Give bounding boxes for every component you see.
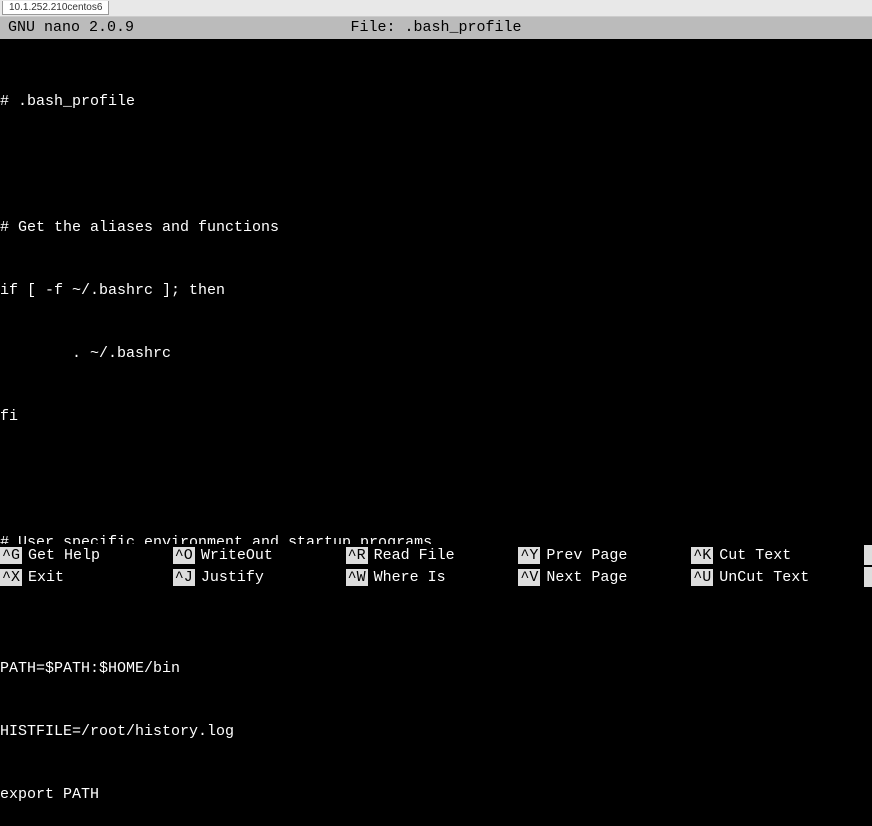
help-continuation bbox=[864, 545, 872, 565]
editor-line: PATH=$PATH:$HOME/bin bbox=[0, 658, 872, 679]
editor-line: # Get the aliases and functions bbox=[0, 217, 872, 238]
key-shortcut: ^J bbox=[173, 569, 195, 586]
app-version: GNU nano 2.0.9 bbox=[8, 17, 134, 39]
key-shortcut: ^Y bbox=[518, 547, 540, 564]
help-writeout[interactable]: ^O WriteOut bbox=[173, 547, 346, 564]
nano-title-bar: GNU nano 2.0.9 File: .bash_profile bbox=[0, 17, 872, 39]
tab-label: 10.1.252.210centos6 bbox=[9, 2, 102, 13]
help-next-page[interactable]: ^V Next Page bbox=[518, 569, 691, 586]
help-prev-page[interactable]: ^Y Prev Page bbox=[518, 547, 691, 564]
help-cut-text[interactable]: ^K Cut Text bbox=[691, 547, 864, 564]
key-shortcut: ^G bbox=[0, 547, 22, 564]
editor-line: HISTFILE=/root/history.log bbox=[0, 721, 872, 742]
key-shortcut: ^V bbox=[518, 569, 540, 586]
key-shortcut: ^X bbox=[0, 569, 22, 586]
editor-line: fi bbox=[0, 406, 872, 427]
key-description: Read File bbox=[374, 547, 455, 564]
editor-line bbox=[0, 469, 872, 490]
help-read-file[interactable]: ^R Read File bbox=[346, 547, 519, 564]
key-description: Justify bbox=[201, 569, 264, 586]
editor-line: # .bash_profile bbox=[0, 91, 872, 112]
key-description: Exit bbox=[28, 569, 64, 586]
editor-line bbox=[0, 595, 872, 616]
key-description: UnCut Text bbox=[719, 569, 809, 586]
key-shortcut: ^U bbox=[691, 569, 713, 586]
file-name-label: File: .bash_profile bbox=[350, 17, 521, 39]
help-uncut-text[interactable]: ^U UnCut Text bbox=[691, 569, 864, 586]
key-shortcut: ^O bbox=[173, 547, 195, 564]
key-description: Get Help bbox=[28, 547, 100, 564]
key-description: WriteOut bbox=[201, 547, 273, 564]
help-justify[interactable]: ^J Justify bbox=[173, 569, 346, 586]
help-row: ^G Get Help ^O WriteOut ^R Read File ^Y … bbox=[0, 544, 872, 566]
help-where-is[interactable]: ^W Where Is bbox=[346, 569, 519, 586]
key-shortcut: ^W bbox=[346, 569, 368, 586]
help-row: ^X Exit ^J Justify ^W Where Is ^V Next P… bbox=[0, 566, 872, 588]
key-description: Where Is bbox=[374, 569, 446, 586]
help-exit[interactable]: ^X Exit bbox=[0, 569, 173, 586]
help-get-help[interactable]: ^G Get Help bbox=[0, 547, 173, 564]
editor-line: export PATH bbox=[0, 784, 872, 805]
key-shortcut: ^K bbox=[691, 547, 713, 564]
key-shortcut: ^R bbox=[346, 547, 368, 564]
editor-area[interactable]: # .bash_profile # Get the aliases and fu… bbox=[0, 39, 872, 544]
nano-help-bar: ^G Get Help ^O WriteOut ^R Read File ^Y … bbox=[0, 544, 872, 588]
editor-line: if [ -f ~/.bashrc ]; then bbox=[0, 280, 872, 301]
window-chrome: 10.1.252.210centos6 bbox=[0, 0, 872, 17]
key-description: Prev Page bbox=[546, 547, 627, 564]
terminal-tab[interactable]: 10.1.252.210centos6 bbox=[2, 1, 109, 15]
key-description: Next Page bbox=[546, 569, 627, 586]
help-continuation bbox=[864, 567, 872, 587]
key-description: Cut Text bbox=[719, 547, 791, 564]
editor-line: . ~/.bashrc bbox=[0, 343, 872, 364]
editor-line bbox=[0, 154, 872, 175]
